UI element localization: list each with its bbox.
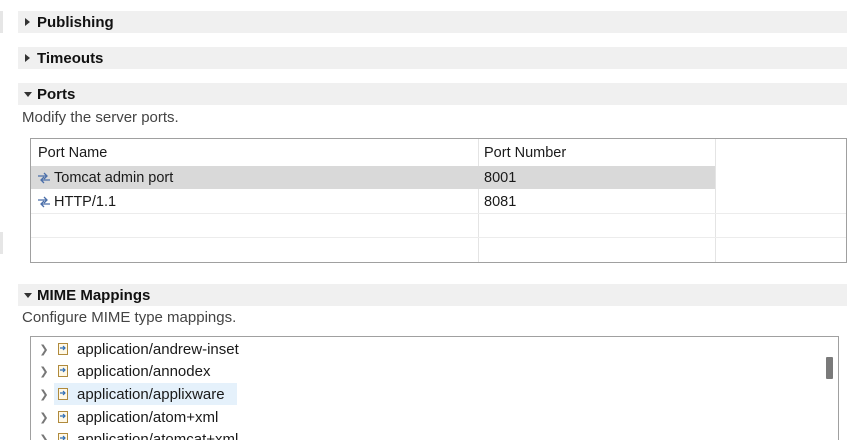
left-edge-strip [0, 0, 4, 440]
port-name-cell: HTTP/1.1 [54, 194, 117, 210]
section-ports-header[interactable]: Ports [18, 83, 847, 105]
port-icon [38, 196, 50, 208]
mime-mapping-icon [58, 388, 68, 400]
mime-label: application/andrew-inset [77, 340, 239, 358]
column-separator[interactable] [715, 139, 716, 262]
row-divider [31, 213, 846, 214]
list-item[interactable]: ❯ application/atom+xml [31, 406, 791, 428]
vertical-scrollbar-thumb[interactable] [826, 357, 833, 379]
list-item[interactable]: ❯ application/applixware [31, 383, 791, 405]
section-title: Ports [37, 85, 76, 103]
section-publishing-header[interactable]: Publishing [18, 11, 847, 33]
column-header-port-name[interactable]: Port Name [38, 141, 107, 165]
table-row[interactable]: HTTP/1.1 [37, 190, 116, 214]
ports-table[interactable]: Port Name Port Number Tomcat admin port … [30, 138, 847, 263]
expand-arrow-icon[interactable] [18, 54, 37, 62]
list-item[interactable]: ❯ application/annodex [31, 360, 791, 382]
mime-label: application/applixware [77, 385, 225, 403]
chevron-right-icon[interactable]: ❯ [39, 433, 49, 440]
section-mime-header[interactable]: MIME Mappings [18, 284, 847, 306]
port-number-cell[interactable]: 8081 [484, 190, 516, 214]
port-name-cell: Tomcat admin port [54, 170, 174, 186]
list-item[interactable]: ❯ application/atomcat+xml [31, 428, 791, 440]
collapse-arrow-icon[interactable] [18, 292, 37, 298]
chevron-right-icon[interactable]: ❯ [39, 343, 49, 356]
list-item[interactable]: ❯ application/andrew-inset [31, 338, 791, 360]
mime-label: application/atom+xml [77, 408, 219, 426]
table-row[interactable]: Tomcat admin port [37, 166, 173, 190]
chevron-right-icon[interactable]: ❯ [39, 411, 49, 424]
section-title: Timeouts [37, 49, 104, 67]
section-timeouts-header[interactable]: Timeouts [18, 47, 847, 69]
mime-description: Configure MIME type mappings. [22, 309, 237, 326]
port-icon [38, 172, 50, 184]
chevron-right-icon[interactable]: ❯ [39, 365, 49, 378]
mime-mappings-tree[interactable]: ❯ application/andrew-inset ❯ application… [30, 336, 839, 440]
section-title: Publishing [37, 13, 114, 31]
mime-label: application/annodex [77, 362, 211, 380]
expand-arrow-icon[interactable] [18, 18, 37, 26]
column-separator[interactable] [478, 139, 479, 262]
row-divider [31, 237, 846, 238]
collapse-arrow-icon[interactable] [18, 91, 37, 97]
mime-mapping-icon [58, 365, 68, 377]
mime-label: application/atomcat+xml [77, 430, 239, 440]
mime-mapping-icon [58, 343, 68, 355]
chevron-right-icon[interactable]: ❯ [39, 388, 49, 401]
column-header-port-number[interactable]: Port Number [484, 141, 566, 165]
ports-description: Modify the server ports. [22, 109, 179, 126]
mime-mapping-icon [58, 433, 68, 440]
section-title: MIME Mappings [37, 286, 151, 304]
port-number-cell[interactable]: 8001 [484, 166, 516, 190]
mime-mapping-icon [58, 411, 68, 423]
